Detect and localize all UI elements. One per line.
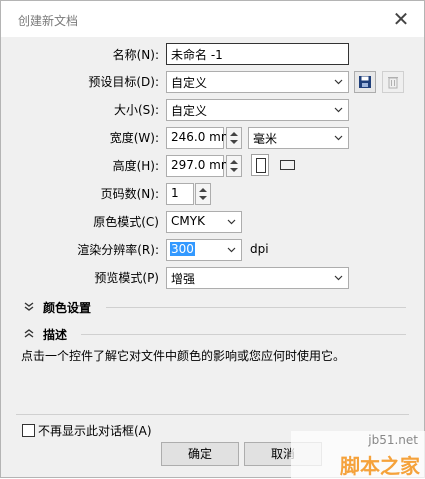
pages-label: 页码数(N): [100, 187, 159, 201]
watermark-text: 脚本之家 [340, 454, 420, 478]
collapse-icon [24, 329, 34, 338]
height-stepper[interactable] [226, 155, 242, 177]
create-document-dialog: 创建新文档 ✕ 名称(N): 未命名 -1 预设目标(D): 自定义 大小(S)… [0, 0, 425, 479]
width-stepper[interactable] [226, 127, 242, 149]
no-show-checkbox[interactable] [22, 424, 35, 437]
resolution-unit: dpi [250, 242, 269, 256]
name-label: 名称(N): [112, 48, 159, 62]
landscape-icon[interactable] [280, 160, 295, 170]
section-divider [106, 307, 406, 308]
name-input[interactable]: 未命名 -1 [166, 43, 349, 65]
close-icon[interactable]: ✕ [390, 8, 412, 30]
watermark-url: jb51.net [368, 433, 418, 447]
preset-label: 预设目标(D): [88, 75, 159, 89]
chevron-down-icon [334, 79, 343, 85]
save-preset-button[interactable] [354, 71, 376, 93]
portrait-icon [256, 158, 266, 173]
watermark: jb51.net 脚本之家 [291, 431, 425, 479]
preset-select[interactable]: 自定义 [166, 71, 349, 93]
dialog-title: 创建新文档 [18, 14, 79, 28]
footer-divider [16, 414, 409, 415]
resolution-select[interactable]: 300 [166, 239, 242, 261]
unit-select[interactable]: 毫米 [248, 127, 349, 149]
width-input[interactable]: 246.0 mm [166, 127, 233, 149]
save-icon [359, 76, 371, 88]
height-label: 高度(H): [112, 159, 159, 173]
description-label: 描述 [43, 328, 68, 342]
chevron-down-icon [227, 219, 236, 225]
resolution-label: 渲染分辨率(R): [77, 243, 159, 257]
preview-label: 预览模式(P) [94, 271, 159, 285]
color-settings-label: 颜色设置 [43, 301, 92, 315]
chevron-down-icon [334, 135, 343, 141]
pages-stepper[interactable] [195, 183, 211, 205]
description-text: 点击一个控件了解它对文件中颜色的影响或您应何时使用它。 [21, 349, 346, 363]
title-bar: 创建新文档 ✕ [1, 1, 424, 37]
pages-input[interactable]: 1 [166, 183, 194, 205]
color-mode-label: 原色模式(C) [93, 215, 159, 229]
trash-icon [388, 77, 398, 89]
width-label: 宽度(W): [109, 131, 159, 145]
height-input[interactable]: 297.0 mm [166, 155, 233, 177]
size-label: 大小(S): [113, 103, 159, 117]
chevron-down-icon [334, 107, 343, 113]
section-divider [81, 334, 406, 335]
delete-preset-button[interactable] [382, 71, 404, 93]
preview-select[interactable]: 增强 [166, 267, 349, 289]
ok-button[interactable]: 确定 [161, 442, 239, 466]
chevron-down-icon [227, 247, 236, 253]
color-mode-select[interactable]: CMYK [166, 211, 242, 233]
portrait-button[interactable] [251, 154, 269, 176]
no-show-label: 不再显示此对话框(A) [38, 424, 152, 438]
size-select[interactable]: 自定义 [166, 99, 349, 121]
chevron-down-icon [334, 275, 343, 281]
expand-icon [24, 302, 34, 311]
